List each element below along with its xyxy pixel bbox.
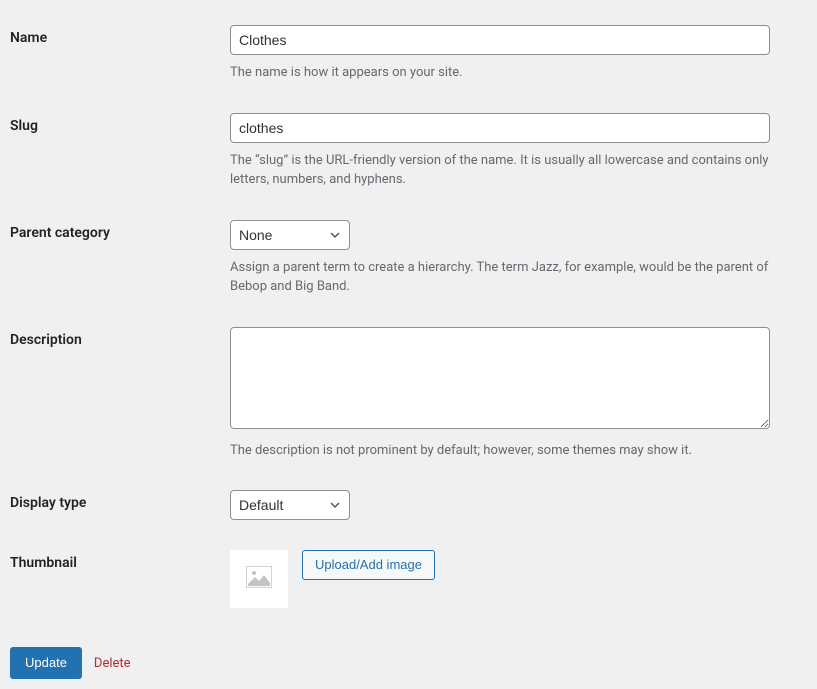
display-type-label: Display type (10, 475, 230, 535)
slug-description: The “slug” is the URL-friendly version o… (230, 151, 797, 190)
thumbnail-placeholder (230, 550, 288, 608)
parent-category-description: Assign a parent term to create a hierarc… (230, 258, 797, 297)
image-placeholder-icon (246, 566, 272, 592)
description-label: Description (10, 312, 230, 476)
upload-image-button[interactable]: Upload/Add image (302, 550, 435, 580)
description-help: The description is not prominent by defa… (230, 441, 797, 461)
name-input[interactable] (230, 25, 770, 55)
name-description: The name is how it appears on your site. (230, 63, 797, 83)
slug-input[interactable] (230, 113, 770, 143)
name-label: Name (10, 10, 230, 98)
parent-category-label: Parent category (10, 205, 230, 312)
delete-link[interactable]: Delete (94, 656, 131, 671)
parent-category-select[interactable]: None (230, 220, 350, 250)
update-button[interactable]: Update (10, 647, 82, 679)
thumbnail-label: Thumbnail (10, 535, 230, 623)
slug-label: Slug (10, 98, 230, 205)
display-type-select[interactable]: Default (230, 490, 350, 520)
description-textarea[interactable] (230, 327, 770, 429)
